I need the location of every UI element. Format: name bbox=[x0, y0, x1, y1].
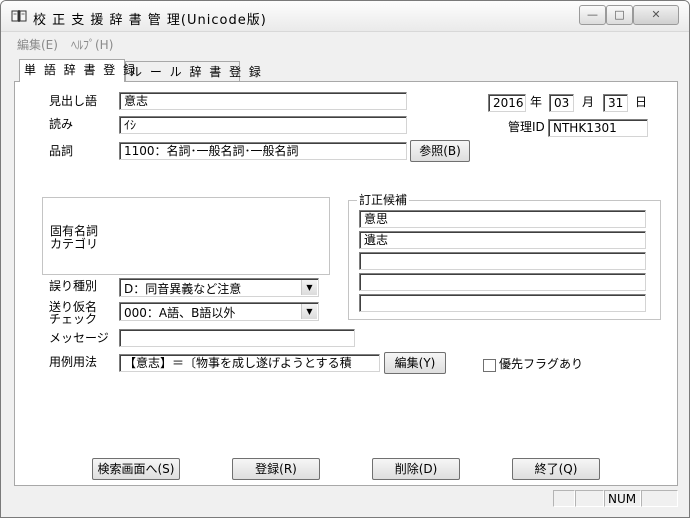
tab-label: ル ー ル 辞 書 登 録 bbox=[130, 65, 263, 79]
priority-label: 優先フラグあり bbox=[499, 357, 584, 371]
yomi-field[interactable]: ｲｼ bbox=[119, 116, 407, 134]
menu-help[interactable]: ﾍﾙﾌﾟ(H) bbox=[71, 36, 113, 53]
search-screen-button[interactable]: 検索画面へ(S) bbox=[92, 458, 180, 480]
edit-button[interactable]: 編集(Y) bbox=[384, 352, 446, 374]
candidate-field-4[interactable] bbox=[359, 273, 646, 291]
kanri-id-label: 管理ID bbox=[508, 120, 545, 134]
year-field[interactable]: 2016 bbox=[488, 94, 526, 112]
candidate-field-3[interactable] bbox=[359, 252, 646, 270]
maximize-button[interactable]: □ bbox=[606, 5, 633, 25]
month-unit: 月 bbox=[582, 95, 595, 109]
teisei-legend: 訂正候補 bbox=[357, 193, 410, 207]
midashi-label: 見出し語 bbox=[49, 94, 98, 108]
hinshi-label: 品詞 bbox=[49, 144, 74, 158]
ayamari-label: 誤り種別 bbox=[49, 279, 98, 293]
yorei-label: 用例用法 bbox=[49, 355, 98, 369]
book-icon bbox=[11, 10, 27, 22]
menu-edit[interactable]: 編集(E) bbox=[17, 36, 58, 53]
hinshi-field[interactable]: 1100：名詞･一般名詞･一般名詞 bbox=[119, 142, 407, 160]
candidate-field-1[interactable]: 意思 bbox=[359, 210, 646, 228]
okurigana-select[interactable]: 000：A語、B語以外 ▼ bbox=[119, 302, 319, 321]
tab-label: 単 語 辞 書 登 録 bbox=[24, 63, 138, 77]
day-field[interactable]: 31 bbox=[603, 94, 628, 112]
chevron-down-icon[interactable]: ▼ bbox=[301, 280, 317, 295]
window-title: 校 正 支 援 辞 書 管 理(Unicode版) bbox=[33, 13, 267, 28]
close-button[interactable]: ✕ bbox=[633, 5, 679, 25]
koyu-category-box: 固有名詞 カテゴリ bbox=[42, 197, 330, 275]
register-button[interactable]: 登録(R) bbox=[232, 458, 320, 480]
main-window: 校 正 支 援 辞 書 管 理(Unicode版) — □ ✕ 編集(E) ﾍﾙ… bbox=[0, 0, 690, 518]
minimize-icon: — bbox=[587, 8, 598, 21]
browse-button[interactable]: 参照(B) bbox=[410, 140, 470, 162]
message-label: メッセージ bbox=[49, 331, 109, 345]
month-field[interactable]: 03 bbox=[549, 94, 574, 112]
yomi-label: 読み bbox=[49, 117, 74, 131]
status-pane-4 bbox=[641, 490, 678, 507]
candidate-field-2[interactable]: 遺志 bbox=[359, 231, 646, 249]
okurigana-label-line2: チェック bbox=[49, 312, 98, 326]
tab-word-dictionary[interactable]: 単 語 辞 書 登 録 bbox=[19, 59, 135, 82]
status-pane-2 bbox=[575, 490, 604, 507]
teisei-groupbox: 訂正候補 意思 遺志 bbox=[348, 193, 661, 320]
title-bar: 校 正 支 援 辞 書 管 理(Unicode版) — □ ✕ bbox=[1, 1, 689, 31]
kanri-id-field[interactable]: NTHK1301 bbox=[548, 119, 648, 137]
form-panel: 見出し語 意志 読み ｲｼ 品詞 1100：名詞･一般名詞･一般名詞 参照(B)… bbox=[14, 81, 678, 486]
close-icon: ✕ bbox=[651, 8, 661, 21]
menu-bar: 編集(E) ﾍﾙﾌﾟ(H) bbox=[1, 31, 689, 54]
tab-rule-dictionary[interactable]: ル ー ル 辞 書 登 録 bbox=[125, 61, 261, 81]
koyu-label-line2: カテゴリ bbox=[50, 237, 99, 251]
status-bar: NUM bbox=[1, 489, 689, 517]
status-pane-1 bbox=[553, 490, 575, 507]
priority-checkbox[interactable] bbox=[483, 359, 496, 372]
minimize-button[interactable]: — bbox=[579, 5, 606, 25]
year-unit: 年 bbox=[530, 95, 543, 109]
message-field[interactable] bbox=[119, 329, 355, 347]
chevron-down-icon[interactable]: ▼ bbox=[301, 304, 317, 319]
delete-button[interactable]: 削除(D) bbox=[372, 458, 460, 480]
ayamari-value: D：同音異義など注意 bbox=[124, 282, 242, 296]
ayamari-select[interactable]: D：同音異義など注意 ▼ bbox=[119, 278, 319, 297]
candidate-field-5[interactable] bbox=[359, 294, 646, 312]
status-num: NUM bbox=[604, 490, 641, 507]
exit-button[interactable]: 終了(Q) bbox=[512, 458, 600, 480]
okurigana-value: 000：A語、B語以外 bbox=[124, 306, 236, 320]
maximize-icon: □ bbox=[614, 8, 625, 21]
midashi-field[interactable]: 意志 bbox=[119, 92, 407, 110]
day-unit: 日 bbox=[635, 95, 648, 109]
yorei-field[interactable]: 【意志】＝〔物事を成し遂げようとする積 bbox=[119, 354, 380, 372]
